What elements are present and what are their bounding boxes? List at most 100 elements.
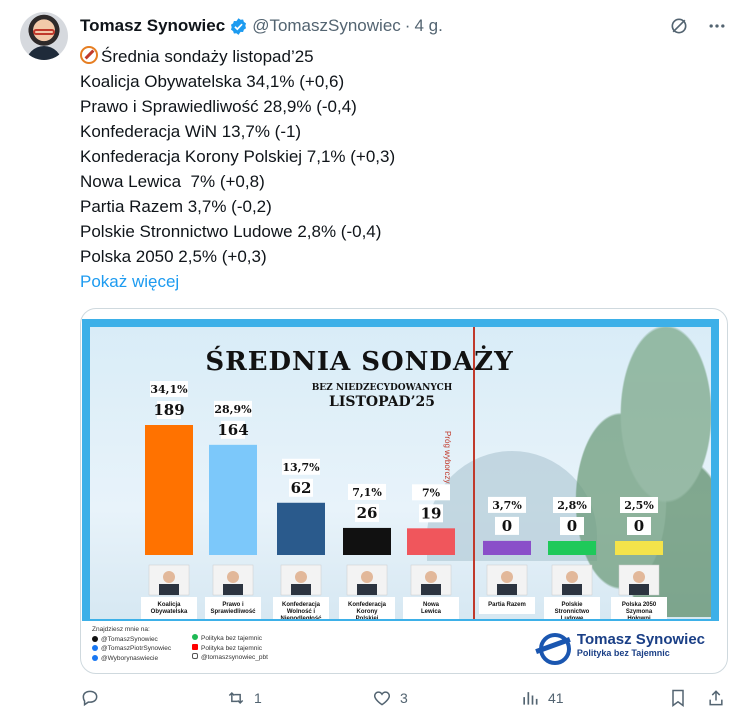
tweet-line: Polskie Stronnictwo Ludowe 2,8% (-0,4) (80, 222, 382, 241)
bookmark-button[interactable] (668, 688, 688, 708)
x-icon (92, 635, 98, 642)
leader-suit (629, 584, 649, 595)
party-label: Nowa (423, 602, 440, 608)
party-label: Wolność i (287, 609, 316, 615)
chart-bar (277, 502, 325, 555)
leader-suit (223, 584, 243, 595)
seat-count-label: 62 (291, 479, 312, 497)
tweet: Tomasz Synowiec @TomaszSynowiec · 4 g. Ś… (0, 0, 747, 727)
separator-dot: · (404, 16, 411, 35)
youtube-icon (192, 643, 198, 650)
party-label: Partia Razem (488, 602, 526, 608)
footer-social-links: Znajdziesz mnie na: @TomaszSynowiec @Tom… (92, 625, 171, 663)
tweet-line: Konfederacja WiN 13,7% (-1) (80, 122, 302, 141)
footer-link-text: Polityka bez tajemnic (201, 635, 263, 642)
poster-footer: Znajdziesz mnie na: @TomaszSynowiec @Tom… (82, 619, 719, 665)
footer-link-facebook-2: @Wyborynaswiecie (92, 654, 171, 664)
facebook-icon (92, 654, 98, 661)
footer-media-links: Polityka bez tajemnic Polityka bez tajem… (192, 634, 268, 663)
avatar-shirt (26, 46, 62, 60)
tweet-time[interactable]: 4 g. (414, 16, 442, 36)
retweet-button[interactable]: 1 (226, 688, 262, 708)
seat-count-label: 26 (357, 504, 378, 522)
retweet-icon (228, 691, 244, 705)
leader-face (163, 571, 175, 583)
percent-label: 34,1% (150, 383, 188, 396)
views-button[interactable]: 41 (520, 688, 564, 708)
author-handle[interactable]: @TomaszSynowiec (252, 16, 401, 36)
footer-heading: Znajdziesz mnie na: (92, 626, 150, 633)
footer-link-x: @TomaszSynowiec (92, 635, 171, 645)
percent-label: 2,5% (624, 499, 654, 512)
percent-label: 2,8% (557, 499, 587, 512)
brand-tagline: Polityka bez Tajemnic (576, 648, 670, 658)
reply-icon (82, 690, 98, 707)
leader-suit (421, 584, 441, 595)
tweet-line: Partia Razem 3,7% (-0,2) (80, 197, 272, 216)
compass-icon (80, 46, 98, 64)
party-label: Korony (357, 609, 379, 615)
chart-bar (209, 444, 257, 555)
percent-label: 3,7% (492, 499, 522, 512)
tweet-header: Tomasz Synowiec @TomaszSynowiec · 4 g. (80, 14, 443, 38)
leader-suit (357, 584, 377, 595)
party-label: Polska 2050 (622, 602, 657, 608)
author-name[interactable]: Tomasz Synowiec (80, 16, 225, 36)
party-label: Polskie (561, 602, 583, 608)
tweet-actions: 1 3 41 (80, 684, 730, 718)
leader-suit (291, 584, 311, 595)
grok-icon[interactable] (669, 16, 689, 36)
chart-bar (145, 425, 193, 555)
retweet-count: 1 (254, 690, 262, 706)
tweet-line: Prawo i Sprawiedliwość 28,9% (-0,4) (80, 97, 357, 116)
bookmark-icon (672, 689, 684, 707)
seat-count-label: 0 (502, 517, 512, 535)
tweet-image[interactable]: ŚREDNIA SONDAŻY BEZ NIEDZECYDOWANYCH LIS… (80, 308, 728, 674)
footer-link-facebook: @TomaszPiotrSynowiec (92, 644, 171, 654)
party-label: Stronnictwo (555, 609, 590, 615)
header-actions (669, 16, 727, 36)
brand-name: Tomasz Synowiec (576, 631, 705, 648)
party-label-box (141, 597, 197, 619)
tweet-line: Konfederacja Korony Polskiej 7,1% (+0,3) (80, 147, 396, 166)
leader-face (633, 571, 645, 583)
leader-suit (562, 584, 582, 595)
instagram-icon (192, 653, 198, 659)
chart-bar (483, 540, 531, 555)
show-more-link[interactable]: Pokaż więcej (80, 269, 395, 294)
avatar-glasses (33, 29, 55, 35)
share-icon (709, 690, 723, 706)
leader-face (295, 571, 307, 583)
seat-count-label: 0 (634, 517, 644, 535)
footer-link-text: @TomaszPiotrSynowiec (101, 645, 172, 652)
percent-label: 28,9% (214, 403, 252, 416)
chart-bar (343, 527, 391, 555)
seat-count-label: 164 (217, 421, 248, 439)
leader-face (425, 571, 437, 583)
like-button[interactable]: 3 (372, 688, 408, 708)
facebook-icon (92, 645, 98, 651)
tweet-line: Polska 2050 2,5% (+0,3) (80, 247, 267, 266)
tweet-line: Koalicja Obywatelska 34,1% (+0,6) (80, 72, 345, 91)
percent-label: 13,7% (282, 461, 320, 474)
seat-count-label: 189 (153, 401, 184, 419)
footer-link-youtube: Polityka bez tajemnic (192, 643, 268, 654)
footer-link-spotify: Polityka bez tajemnic (192, 634, 268, 644)
reply-button[interactable] (80, 688, 108, 708)
more-icon[interactable] (707, 16, 727, 36)
party-label: Konfederacja (282, 602, 321, 608)
views-icon (523, 692, 538, 705)
party-label: Prawo i (222, 602, 244, 608)
chart-bar (548, 541, 596, 555)
chart-bar (615, 541, 663, 555)
share-button[interactable] (706, 688, 726, 708)
view-count: 41 (548, 690, 564, 706)
leader-face (227, 571, 239, 583)
party-label: Obywatelska (151, 609, 188, 615)
seat-count-label: 0 (567, 517, 577, 535)
tweet-line: Średnia sondaży listopad’25 (80, 44, 395, 69)
chart-bar (407, 528, 455, 555)
avatar[interactable] (20, 12, 68, 60)
leader-suit (159, 584, 179, 595)
verified-badge-icon (231, 17, 247, 35)
